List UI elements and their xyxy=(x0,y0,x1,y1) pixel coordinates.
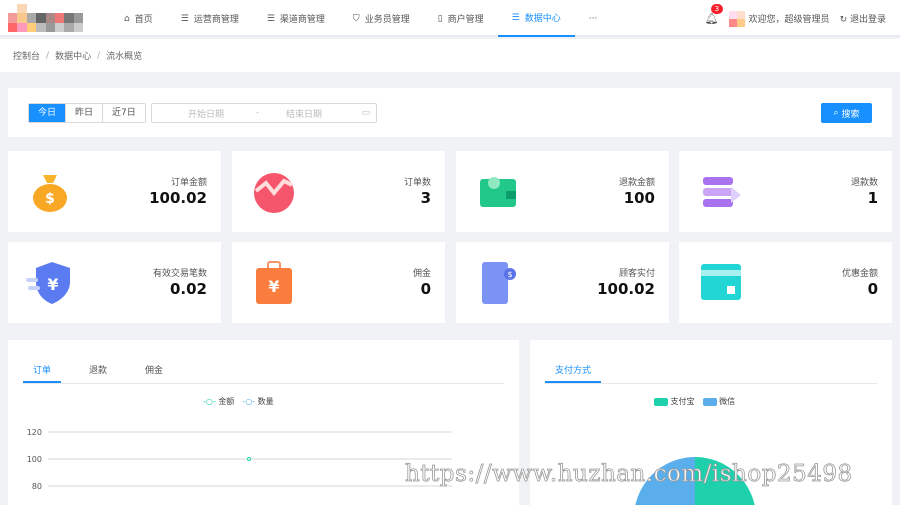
range-7days[interactable]: 近7日 xyxy=(103,104,145,122)
home-icon: ⌂ xyxy=(124,13,130,24)
nav-channels[interactable]: ☰ 渠道商管理 xyxy=(253,0,339,37)
welcome-text: 欢迎您，超级管理员 xyxy=(748,15,830,25)
file-icon: ▯ xyxy=(437,13,443,24)
svg-text:$: $ xyxy=(507,270,512,279)
range-yesterday[interactable]: 昨日 xyxy=(66,104,104,122)
range-today[interactable]: 今日 xyxy=(29,104,67,122)
logout-icon: ↻ xyxy=(839,15,848,25)
shield-icon: ⛉ xyxy=(352,13,360,24)
yen-bag-icon: ¥ xyxy=(256,261,292,304)
logo xyxy=(8,4,83,32)
stack-icon xyxy=(703,177,741,207)
search-icon: ⌕ xyxy=(833,108,839,118)
notification-badge: 3 xyxy=(710,4,724,14)
phone-pay-icon: $ xyxy=(482,262,516,304)
stat-refund-count: 退款数 1 xyxy=(679,151,892,232)
list-icon: ☰ xyxy=(180,13,189,24)
start-date-input[interactable]: 开始日期 xyxy=(188,107,224,120)
yen-shield-icon: ¥ xyxy=(26,262,70,304)
watermark: https://www.huzhan.com/ishop25498 xyxy=(405,461,853,488)
stat-order-amount: $ 订单金额 100.02 xyxy=(8,151,221,232)
svg-text:¥: ¥ xyxy=(47,275,58,294)
data-point[interactable] xyxy=(247,457,251,461)
y-tick-label: 120 xyxy=(27,428,42,437)
nav-operators[interactable]: ☰ 运营商管理 xyxy=(167,0,253,37)
svg-text:$: $ xyxy=(45,191,55,207)
end-date-input[interactable]: 结束日期 xyxy=(286,107,322,120)
list-icon: ☰ xyxy=(266,13,275,24)
stat-valid-transactions: ¥ 有效交易笔数 0.02 xyxy=(8,242,221,323)
main-nav: ⌂ 首页 ☰ 运营商管理 ☰ 渠道商管理 ⛉ 业务员管理 ▯ 商户管理 ☰ 数据中心 ··· xyxy=(110,0,611,37)
calendar-icon: ▭ xyxy=(361,108,370,118)
filter-card: 今日 昨日 近7日 开始日期 - 结束日期 ▭ ⌕ 搜索 xyxy=(8,88,892,137)
y-tick-label: 80 xyxy=(32,482,42,491)
wallet-icon xyxy=(480,177,516,207)
nav-more[interactable]: ··· xyxy=(575,0,612,37)
stat-discount: 优惠金额 0 xyxy=(679,242,892,323)
nav-salesmen[interactable]: ⛉ 业务员管理 xyxy=(339,0,424,37)
card-icon xyxy=(701,264,741,300)
stat-customer-paid: $ 顾客实付 100.02 xyxy=(456,242,669,323)
list-icon: ☰ xyxy=(511,12,520,23)
date-range-picker[interactable]: 开始日期 - 结束日期 ▭ xyxy=(151,103,377,123)
top-header: ⌂ 首页 ☰ 运营商管理 ☰ 渠道商管理 ⛉ 业务员管理 ▯ 商户管理 ☰ 数据中心 ···… xyxy=(0,0,900,37)
logout-button[interactable]: ↻ 退出登录 xyxy=(840,12,886,25)
avatar xyxy=(728,10,745,27)
breadcrumb: 控制台 / 数据中心 / 流水概览 xyxy=(0,39,900,72)
stat-commission: ¥ 佣金 0 xyxy=(232,242,445,323)
nav-merchants[interactable]: ▯ 商户管理 xyxy=(424,0,498,37)
breadcrumb-item[interactable]: 数据中心 xyxy=(55,49,91,62)
y-tick-label: 100 xyxy=(27,455,42,464)
nav-data-center[interactable]: ☰ 数据中心 xyxy=(497,0,575,37)
stat-order-count: 订单数 3 xyxy=(232,151,445,232)
nav-home[interactable]: ⌂ 首页 xyxy=(110,0,167,37)
breadcrumb-item[interactable]: 控制台 xyxy=(13,49,40,62)
money-bag-icon: $ xyxy=(33,175,67,212)
stat-refund-amount: 退款金额 100 xyxy=(456,151,669,232)
trend-chart-icon xyxy=(254,173,294,213)
search-button[interactable]: ⌕ 搜索 xyxy=(821,103,872,123)
svg-text:¥: ¥ xyxy=(268,277,279,296)
breadcrumb-current: 流水概览 xyxy=(106,52,143,62)
date-range-tabs: 今日 昨日 近7日 xyxy=(28,103,146,123)
bell-icon[interactable]: 🔔︎ 3 xyxy=(705,4,724,25)
